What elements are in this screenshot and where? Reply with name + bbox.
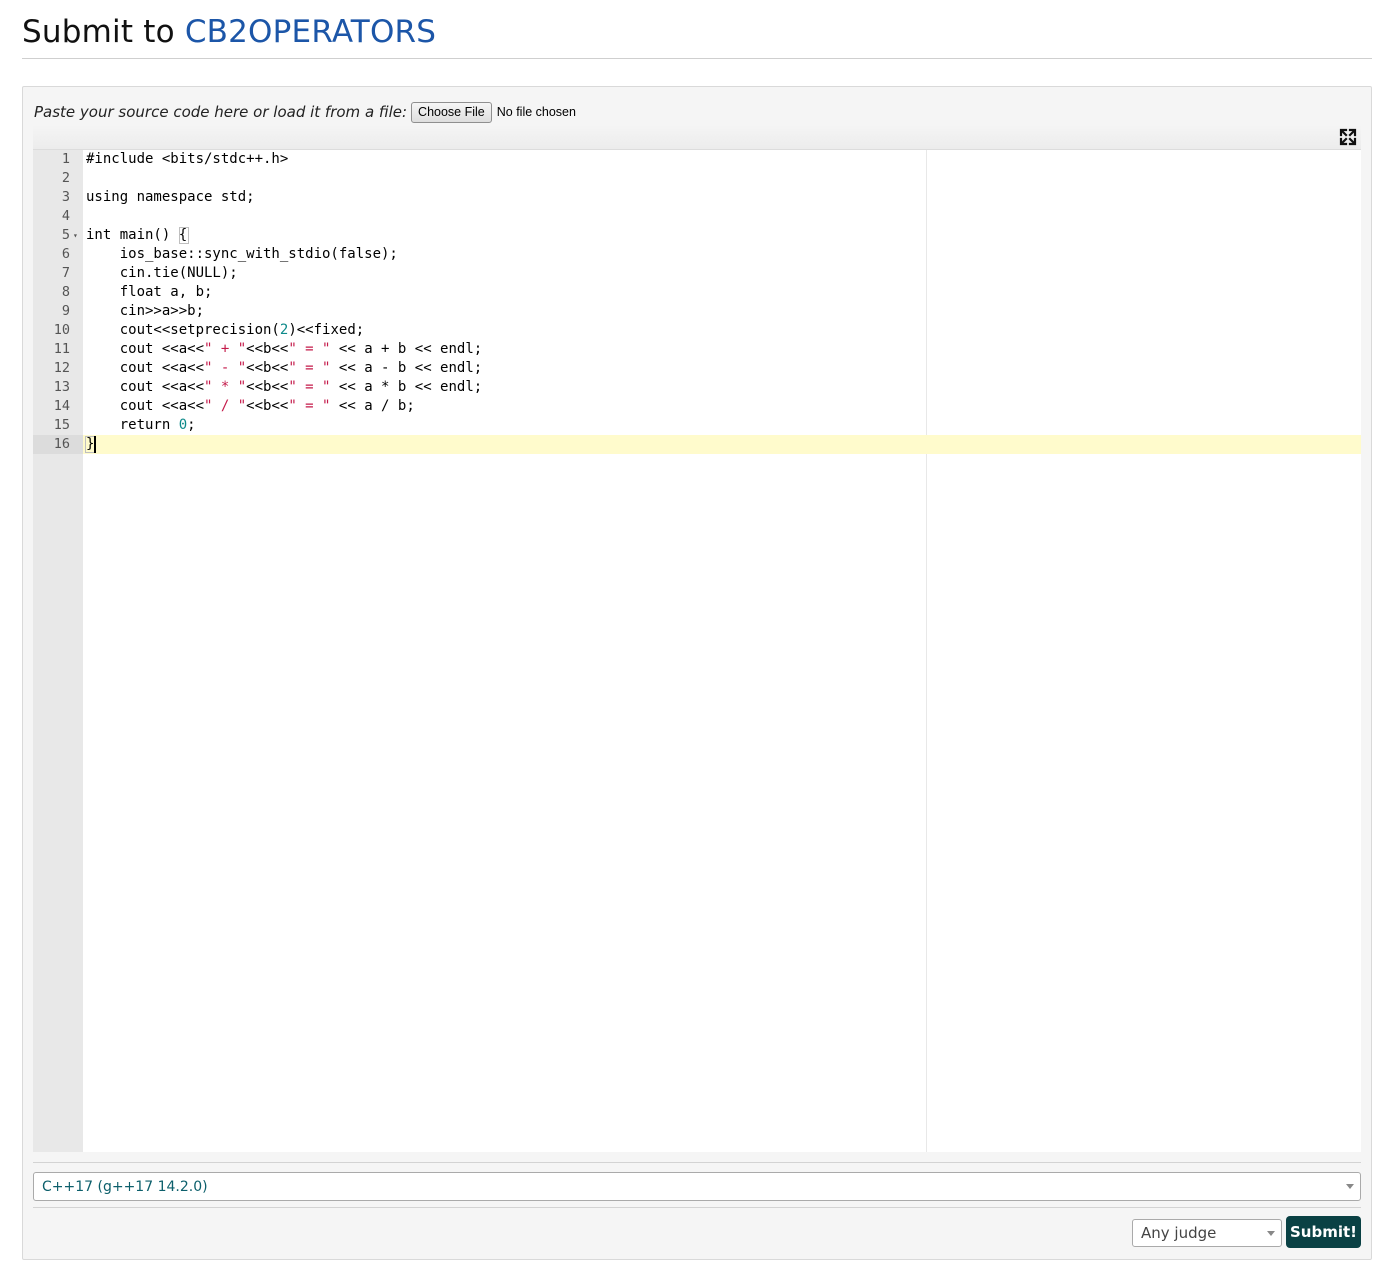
code-line[interactable]: 13 cout <<a<<" * "<<b<<" = " << a * b <<… (33, 378, 1361, 397)
code-line[interactable]: 12 cout <<a<<" - "<<b<<" = " << a - b <<… (33, 359, 1361, 378)
chevron-down-icon (1346, 1184, 1354, 1189)
submit-button[interactable]: Submit! (1286, 1216, 1361, 1248)
line-number: 6 (61, 246, 70, 262)
code-line-text: cout<<setprecision(2)<<fixed; (86, 322, 365, 338)
code-line[interactable]: 9 cin>>a>>b; (33, 302, 1361, 321)
line-number: 8 (61, 284, 70, 300)
code-line[interactable]: 8 float a, b; (33, 283, 1361, 302)
code-line[interactable]: 10 cout<<setprecision(2)<<fixed; (33, 321, 1361, 340)
code-line-text: #include <bits/stdc++.h> (86, 151, 289, 167)
code-line-text: cout <<a<<" - "<<b<<" = " << a - b << en… (86, 360, 483, 376)
code-line[interactable]: 7 cin.tie(NULL); (33, 264, 1361, 283)
code-line-text: float a, b; (86, 284, 213, 300)
code-line-text: return 0; (86, 417, 196, 433)
matching-bracket-highlight (178, 227, 189, 244)
fullscreen-icon[interactable] (1338, 127, 1358, 147)
line-number: 14 (53, 398, 70, 414)
line-number: 9 (61, 303, 70, 319)
submit-form-panel: Paste your source code here or load it f… (22, 86, 1372, 1260)
judge-select[interactable]: Any judge (1132, 1219, 1282, 1247)
page-title: Submit to CB2OPERATORS (22, 10, 436, 54)
code-line[interactable]: 3 using namespace std; (33, 188, 1361, 207)
judge-selected-value: Any judge (1141, 1224, 1217, 1242)
page-title-prefix: Submit to (22, 14, 185, 50)
title-divider (22, 58, 1372, 59)
problem-code-link[interactable]: CB2OPERATORS (185, 14, 436, 50)
file-loader-row: Paste your source code here or load it f… (34, 101, 576, 123)
choose-file-button[interactable]: Choose File (411, 101, 492, 123)
code-line-text: int main() { (86, 227, 188, 243)
code-line-text: cin>>a>>b; (86, 303, 205, 319)
source-code-label: Paste your source code here or load it f… (34, 103, 408, 121)
line-number: 10 (53, 322, 70, 338)
code-editor[interactable]: 1 #include <bits/stdc++.h> 2 3 using namespa… (33, 150, 1361, 1152)
divider (33, 1162, 1361, 1163)
code-line-text: ios_base::sync_with_stdio(false); (86, 246, 398, 262)
line-number: 13 (53, 379, 70, 395)
line-number: 15 (53, 417, 70, 433)
line-number: 11 (53, 341, 70, 357)
line-number: 1 (61, 151, 70, 167)
line-number: 16 (33, 435, 83, 454)
line-number: 3 (61, 189, 70, 205)
code-line-text: cin.tie(NULL); (86, 265, 238, 281)
language-select[interactable]: C++17 (g++17 14.2.0) (33, 1172, 1361, 1201)
code-line[interactable]: 4 (33, 207, 1361, 226)
code-line-text: using namespace std; (86, 189, 255, 205)
file-status-text: No file chosen (496, 105, 576, 119)
line-number: 7 (61, 265, 70, 281)
divider (33, 1207, 1361, 1208)
code-line[interactable]: 15 return 0; (33, 416, 1361, 435)
code-line[interactable]: 1 #include <bits/stdc++.h> (33, 150, 1361, 169)
line-number: 2 (61, 170, 70, 186)
code-line-text: cout <<a<<" / "<<b<<" = " << a / b; (86, 398, 415, 414)
code-line-text: cout <<a<<" + "<<b<<" = " << a + b << en… (86, 341, 483, 357)
code-line[interactable]: 11 cout <<a<<" + "<<b<<" = " << a + b <<… (33, 340, 1361, 359)
code-line[interactable]: 5 ▾ int main() { (33, 226, 1361, 245)
code-line[interactable]: 2 (33, 169, 1361, 188)
line-number: 12 (53, 360, 70, 376)
code-line-text: cout <<a<<" * "<<b<<" = " << a * b << en… (86, 379, 483, 395)
text-cursor (94, 436, 96, 453)
editor-toolbar (33, 125, 1361, 150)
code-line[interactable]: 16} (33, 435, 1361, 454)
fold-arrow-icon[interactable]: ▾ (73, 226, 78, 245)
language-selected-value: C++17 (g++17 14.2.0) (42, 1178, 208, 1195)
code-line[interactable]: 14 cout <<a<<" / "<<b<<" = " << a / b; (33, 397, 1361, 416)
line-number: 4 (61, 208, 70, 224)
chevron-down-icon (1267, 1231, 1275, 1236)
code-line[interactable]: 6 ios_base::sync_with_stdio(false); (33, 245, 1361, 264)
